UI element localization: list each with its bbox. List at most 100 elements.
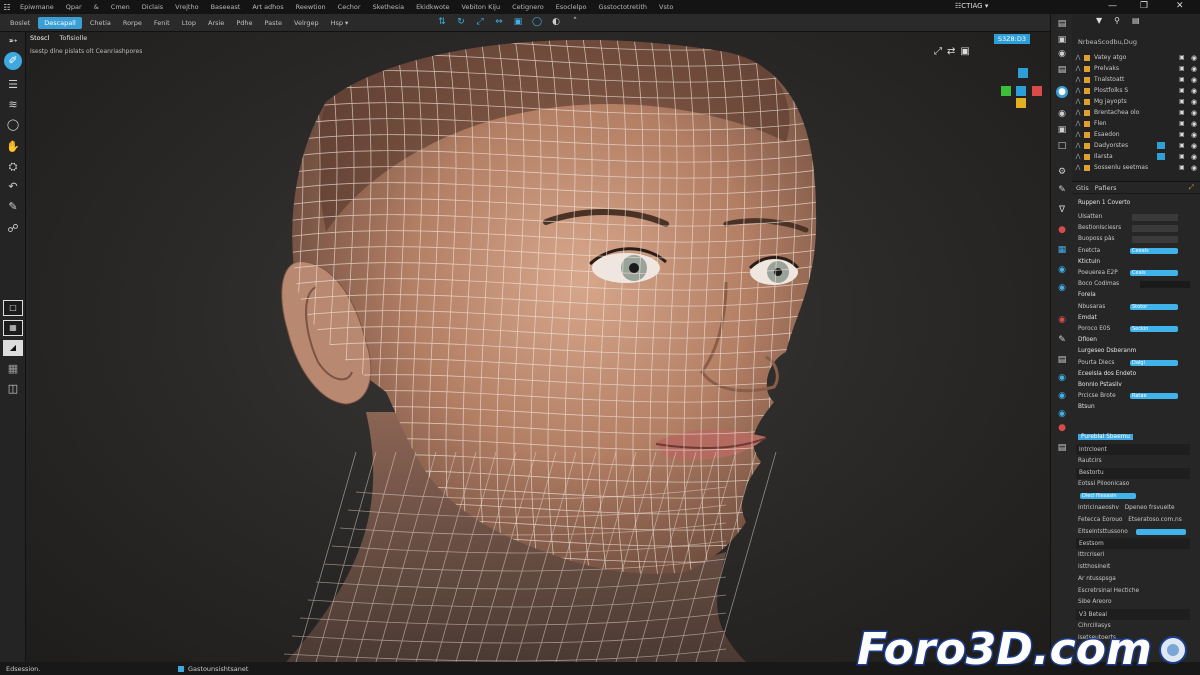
expand-icon[interactable]: ⋀ (1072, 65, 1084, 72)
visibility-eye-icon[interactable]: ◉ (1188, 131, 1200, 139)
property-field[interactable] (1132, 213, 1178, 221)
menu-item[interactable]: Baseeast (205, 3, 247, 11)
menu-item[interactable]: Ekidkwote (410, 3, 455, 11)
menu-item[interactable]: Gsstoctotretith (593, 3, 654, 11)
visibility-eye-icon[interactable]: ◉ (1188, 164, 1200, 172)
property-row[interactable]: Enetcta Ceeals (1078, 246, 1194, 256)
expand-icon[interactable]: ⋀ (1072, 120, 1084, 127)
property-row[interactable]: Lurgeseo Dsberanm (1078, 346, 1194, 356)
expand-icon[interactable]: ⋀ (1072, 153, 1084, 160)
menu-item[interactable]: Vebiton Kiju (456, 3, 507, 11)
gizmo-icon[interactable]: ⤢ (934, 46, 942, 57)
property-slider[interactable]: Dalgi (1130, 359, 1178, 366)
render-icon[interactable]: ◉ (1056, 48, 1068, 60)
mirror-icon[interactable]: ⇔ (493, 17, 505, 28)
property-row[interactable]: Rautcirs (1078, 456, 1194, 466)
view-layer-icon[interactable]: ● (1056, 86, 1068, 98)
menu-item[interactable]: Epiwmane (14, 3, 60, 11)
property-slider[interactable] (1136, 528, 1186, 535)
snap-icon[interactable]: ▣ (512, 17, 524, 28)
toolbar-item[interactable]: Rorpe (117, 17, 148, 29)
outliner-row[interactable]: ⋀ Esaedon ▣ ◉ (1072, 129, 1200, 140)
object-icon[interactable]: □ (1056, 140, 1068, 152)
property-row[interactable]: Ulsatten (1078, 212, 1194, 222)
menu-item[interactable]: Esoclelpo (550, 3, 593, 11)
expand-icon[interactable]: ⋀ (1072, 164, 1084, 171)
filter-icon[interactable]: ▼ (1096, 16, 1102, 25)
property-row[interactable]: Ittrcriseri (1078, 550, 1194, 560)
outliner-row[interactable]: ⋀ Sossenlu seetmas ▣ ◉ (1072, 162, 1200, 173)
options-icon[interactable]: ◉ (1056, 408, 1068, 420)
outliner-row[interactable]: ⋀ Prelvaks ▣ ◉ (1072, 63, 1200, 74)
output-icon[interactable]: ▤ (1056, 64, 1068, 76)
pen-tool-icon[interactable]: ✎ (4, 198, 22, 216)
rotate-icon[interactable]: ↻ (455, 17, 467, 28)
property-row[interactable]: Istthosinelt (1078, 562, 1194, 572)
layers-icon[interactable]: ▤ (1056, 18, 1068, 30)
app-logo-icon[interactable]: ☷ (0, 0, 14, 14)
menu-item[interactable]: Skethesia (367, 3, 411, 11)
clay-brush-icon[interactable]: ☰ (4, 76, 22, 94)
menu-item[interactable]: Qpar (60, 3, 88, 11)
toolbar-item[interactable]: Boslet (4, 17, 36, 29)
property-row[interactable]: Btsun (1078, 402, 1194, 412)
grid-tool-icon[interactable]: ▦ (4, 360, 22, 378)
render-toggle-icon[interactable]: ▣ (1179, 164, 1188, 171)
workspace-title[interactable]: ☷CTIAG ▾ (955, 2, 988, 10)
properties-tab-2[interactable]: Pafiers (1095, 184, 1117, 192)
brush-settings-icon[interactable]: ✎ (1056, 334, 1068, 346)
maximize-icon[interactable]: ❐ (1140, 1, 1148, 11)
display-mode-icon[interactable]: ▤ (1132, 16, 1140, 25)
property-row[interactable]: Intricinaeoshv Dpeneo frsvuelte (1078, 503, 1194, 513)
outliner-row[interactable]: ⋀ Vatey atgo ▣ ◉ (1072, 52, 1200, 63)
dyntopo-icon[interactable]: ◉ (1056, 372, 1068, 384)
expand-icon[interactable]: ⋀ (1072, 109, 1084, 116)
property-slider[interactable]: Diecl fliesasin (1080, 493, 1136, 500)
material-shading-icon[interactable] (1016, 98, 1026, 108)
menu-item[interactable]: Vsto (653, 3, 679, 11)
overlay-toggle-icon[interactable] (1018, 68, 1028, 78)
property-row[interactable]: Nbusaras Stotor (1078, 302, 1194, 312)
property-row[interactable]: Ar ntusspsga (1078, 574, 1194, 584)
property-row[interactable]: Escretrsinal Hectiche (1078, 586, 1194, 596)
render-toggle-icon[interactable]: ▣ (1179, 109, 1188, 116)
mask-box-icon[interactable]: □ (3, 300, 23, 316)
render-toggle-icon[interactable]: ▣ (1179, 76, 1188, 83)
render-toggle-icon[interactable]: ▣ (1179, 54, 1188, 61)
search-icon[interactable]: ⚲ (1114, 16, 1120, 25)
outliner-row[interactable]: ⋀ Brentachea olo ▣ ◉ (1072, 107, 1200, 118)
properties-section-title[interactable]: Ruppen 1 Coverto (1078, 198, 1194, 208)
expand-icon[interactable]: ⋀ (1072, 87, 1084, 94)
property-slider[interactable]: Seckin (1130, 326, 1178, 332)
expand-icon[interactable]: ⋀ (1072, 54, 1084, 61)
select-tool-icon[interactable]: ➵ (4, 32, 22, 50)
property-field[interactable] (1132, 235, 1178, 243)
property-row[interactable]: Ktictuin (1078, 257, 1194, 267)
property-row[interactable]: Poroco E0S Seckin (1078, 324, 1194, 334)
sculpt-model[interactable] (26, 32, 1050, 662)
property-row[interactable]: Prcicse Brote Ratae (1078, 391, 1194, 401)
outliner-row[interactable]: ⋀ Mg jayopts ▣ ◉ (1072, 96, 1200, 107)
render-toggle-icon[interactable]: ▣ (1179, 131, 1188, 138)
property-row[interactable]: Eestsom (1076, 538, 1190, 550)
visibility-eye-icon[interactable]: ◉ (1188, 76, 1200, 84)
workspace-icon[interactable]: ● (1056, 422, 1068, 434)
zoom-icon[interactable]: ⇄ (947, 46, 955, 57)
minimize-icon[interactable]: — (1108, 1, 1117, 11)
render-shading-icon[interactable] (1032, 86, 1042, 96)
modifier-icon[interactable]: ✎ (1056, 184, 1068, 196)
expand-icon[interactable]: ⋀ (1072, 98, 1084, 105)
toolbar-item[interactable]: Velrgep (288, 17, 325, 29)
visibility-eye-icon[interactable]: ◉ (1188, 142, 1200, 150)
material-icon[interactable]: ◉ (1056, 282, 1068, 294)
property-row[interactable]: Bestionlsciesrs (1078, 223, 1194, 233)
misc-icon[interactable]: ▤ (1056, 442, 1068, 454)
visibility-eye-icon[interactable]: ◉ (1188, 87, 1200, 95)
render-toggle-icon[interactable]: ▣ (1179, 87, 1188, 94)
outliner-row[interactable]: ⋀ Ilarsta ▣ ◉ (1072, 151, 1200, 162)
close-icon[interactable]: ✕ (1176, 1, 1184, 11)
render-toggle-icon[interactable]: ▣ (1179, 142, 1188, 149)
active-property[interactable]: Pureblal Sbaemu (1078, 432, 1194, 442)
data-icon[interactable]: ◉ (1056, 264, 1068, 276)
outliner-row[interactable]: ⋀ Flen ▣ ◉ (1072, 118, 1200, 129)
